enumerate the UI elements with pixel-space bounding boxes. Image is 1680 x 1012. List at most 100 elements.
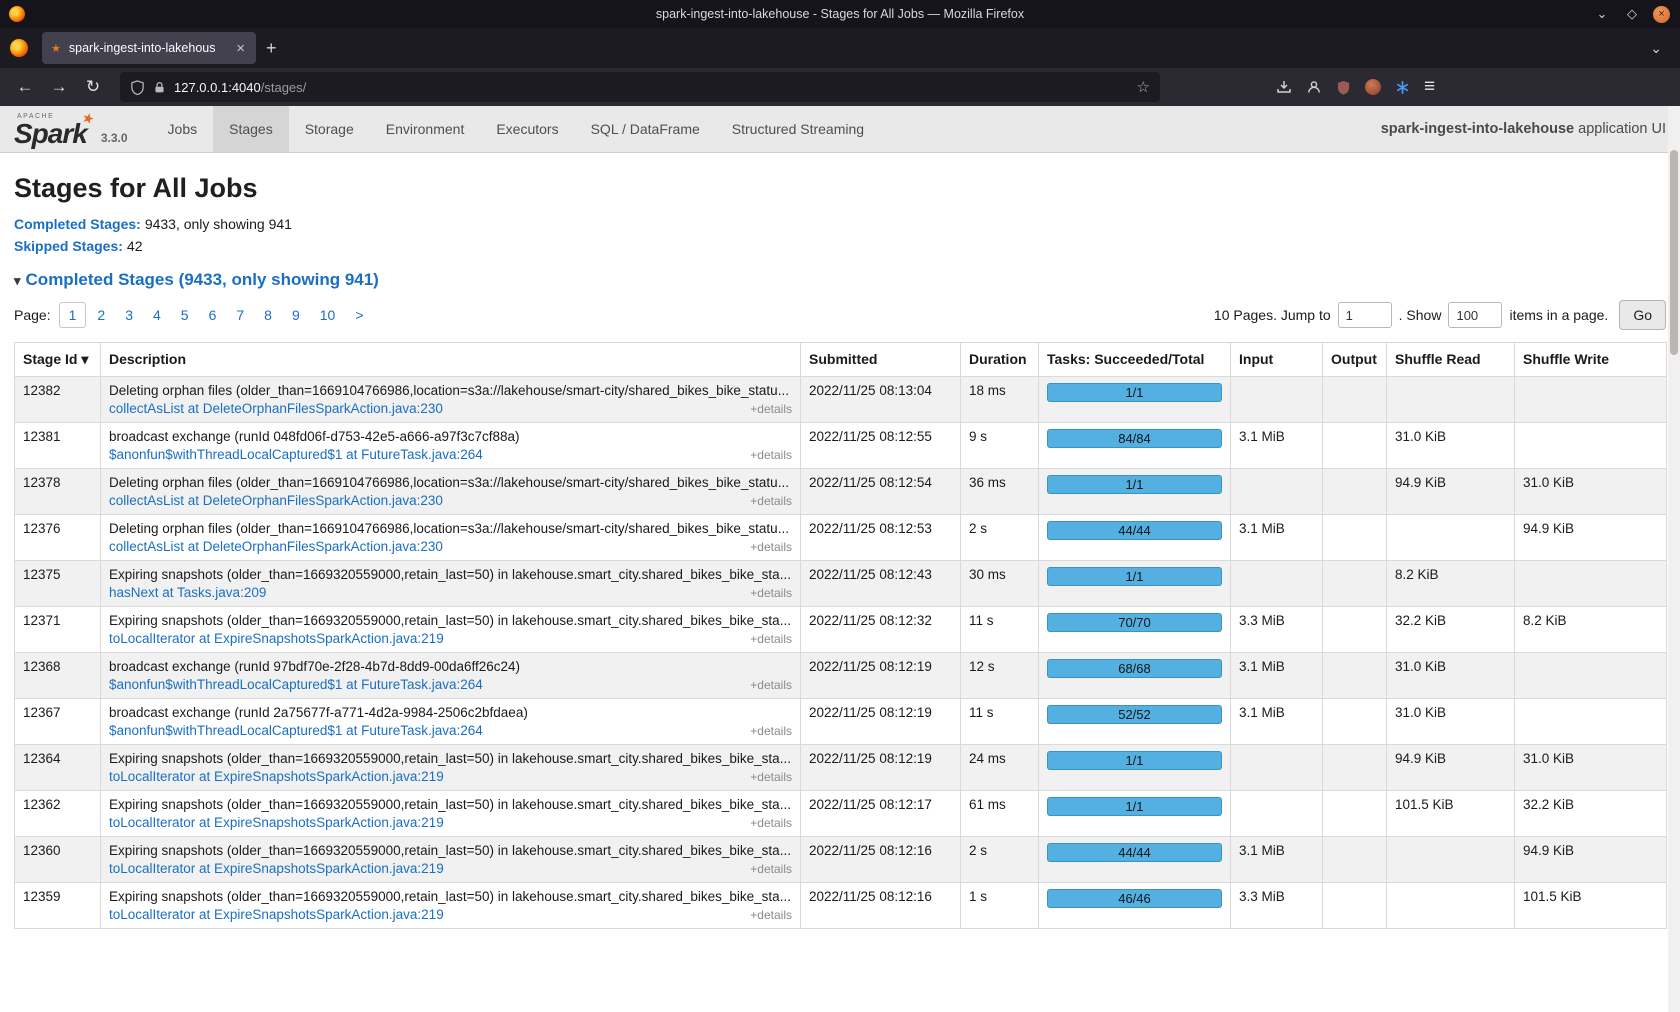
forward-button[interactable]: → [44, 73, 74, 101]
details-toggle[interactable]: +details [750, 770, 792, 784]
window-close-button[interactable]: × [1653, 6, 1670, 23]
spark-nav-item-structured-streaming[interactable]: Structured Streaming [716, 106, 880, 152]
extension-snowflake-icon[interactable] [1395, 80, 1410, 95]
jump-to-page-input[interactable] [1338, 302, 1392, 328]
column-header-shuffle-write[interactable]: Shuffle Write [1515, 343, 1667, 377]
spark-nav-item-executors[interactable]: Executors [480, 106, 574, 152]
page-link-6[interactable]: 6 [200, 303, 226, 327]
input-cell: 3.1 MiB [1231, 699, 1323, 745]
page-scrollbar[interactable] [1668, 106, 1680, 1012]
page-link-4[interactable]: 4 [144, 303, 170, 327]
column-header-duration[interactable]: Duration [961, 343, 1039, 377]
profile-avatar-icon[interactable] [1365, 79, 1381, 95]
details-toggle[interactable]: +details [750, 540, 792, 554]
stage-detail-link[interactable]: collectAsList at DeleteOrphanFilesSparkA… [109, 539, 443, 554]
tab-close-icon[interactable]: × [234, 40, 247, 57]
url-bar[interactable]: 127.0.0.1:4040/stages/ ☆ [120, 72, 1160, 102]
details-toggle[interactable]: +details [750, 402, 792, 416]
column-header-output[interactable]: Output [1323, 343, 1387, 377]
spark-nav-item-stages[interactable]: Stages [213, 106, 289, 152]
shuffle-write-cell: 94.9 KiB [1515, 515, 1667, 561]
spark-logo[interactable]: APACHE Spark ★ 3.3.0 [0, 106, 136, 152]
stage-detail-link[interactable]: toLocalIterator at ExpireSnapshotsSparkA… [109, 769, 444, 784]
table-row: 12367 broadcast exchange (runId 2a75677f… [15, 699, 1667, 745]
table-row: 12375 Expiring snapshots (older_than=166… [15, 561, 1667, 607]
column-header-description[interactable]: Description [101, 343, 801, 377]
page-link-2[interactable]: 2 [88, 303, 114, 327]
list-all-tabs-icon[interactable]: ⌄ [1642, 40, 1670, 57]
stage-detail-link[interactable]: toLocalIterator at ExpireSnapshotsSparkA… [109, 815, 444, 830]
details-toggle[interactable]: +details [750, 678, 792, 692]
stage-detail-link[interactable]: $anonfun$withThreadLocalCaptured$1 at Fu… [109, 447, 483, 462]
reload-button[interactable]: ↻ [78, 73, 108, 101]
back-button[interactable]: ← [10, 73, 40, 101]
shuffle-read-cell: 8.2 KiB [1387, 561, 1515, 607]
browser-tab[interactable]: ★ spark-ingest-into-lakehous × [42, 32, 256, 64]
details-toggle[interactable]: +details [750, 448, 792, 462]
page-link-3[interactable]: 3 [116, 303, 142, 327]
column-header-input[interactable]: Input [1231, 343, 1323, 377]
stage-description: broadcast exchange (runId 048fd06f-d753-… [109, 429, 792, 444]
submitted-cell: 2022/11/25 08:12:17 [801, 791, 961, 837]
submitted-cell: 2022/11/25 08:13:04 [801, 377, 961, 423]
completed-stages-link[interactable]: Completed Stages: [14, 216, 141, 232]
adblock-shield-icon[interactable] [1336, 80, 1351, 95]
connection-lock-icon[interactable] [153, 81, 166, 94]
input-cell: 3.3 MiB [1231, 883, 1323, 929]
details-toggle[interactable]: +details [750, 816, 792, 830]
stage-detail-link[interactable]: collectAsList at DeleteOrphanFilesSparkA… [109, 493, 443, 508]
page-link-8[interactable]: 8 [255, 303, 281, 327]
url-input[interactable]: 127.0.0.1:4040/stages/ [174, 80, 1129, 95]
input-cell: 3.1 MiB [1231, 837, 1323, 883]
stage-detail-link[interactable]: toLocalIterator at ExpireSnapshotsSparkA… [109, 861, 444, 876]
account-icon[interactable] [1306, 79, 1322, 95]
column-header-submitted[interactable]: Submitted [801, 343, 961, 377]
shuffle-write-cell: 94.9 KiB [1515, 837, 1667, 883]
spark-nav-item-jobs[interactable]: Jobs [152, 106, 214, 152]
new-tab-button[interactable]: + [256, 36, 287, 61]
window-minimize-button[interactable]: ⌄ [1593, 6, 1611, 22]
details-toggle[interactable]: +details [750, 908, 792, 922]
page-link-10[interactable]: 10 [311, 303, 345, 327]
items-per-page-input[interactable] [1448, 302, 1502, 328]
input-cell [1231, 377, 1323, 423]
stage-id-cell: 12378 [15, 469, 101, 515]
spark-nav-item-environment[interactable]: Environment [370, 106, 481, 152]
stage-detail-link[interactable]: toLocalIterator at ExpireSnapshotsSparkA… [109, 907, 444, 922]
tracking-shield-icon[interactable] [130, 80, 145, 95]
spark-nav-item-sql-dataframe[interactable]: SQL / DataFrame [575, 106, 716, 152]
duration-cell: 1 s [961, 883, 1039, 929]
stage-detail-link[interactable]: toLocalIterator at ExpireSnapshotsSparkA… [109, 631, 444, 646]
stage-detail-link[interactable]: $anonfun$withThreadLocalCaptured$1 at Fu… [109, 723, 483, 738]
hamburger-menu-icon[interactable]: ≡ [1424, 76, 1435, 98]
bookmark-star-icon[interactable]: ☆ [1137, 78, 1150, 96]
stage-detail-link[interactable]: collectAsList at DeleteOrphanFilesSparkA… [109, 401, 443, 416]
page-link-9[interactable]: 9 [283, 303, 309, 327]
tasks-cell: 46/46 [1039, 883, 1231, 929]
firefox-view-icon[interactable] [10, 39, 28, 57]
shuffle-read-cell: 31.0 KiB [1387, 699, 1515, 745]
details-toggle[interactable]: +details [750, 724, 792, 738]
spark-nav-item-storage[interactable]: Storage [289, 106, 370, 152]
page-link-1[interactable]: 1 [59, 302, 87, 328]
go-button[interactable]: Go [1619, 300, 1666, 330]
column-header-shuffle-read[interactable]: Shuffle Read [1387, 343, 1515, 377]
details-toggle[interactable]: +details [750, 586, 792, 600]
page-link-7[interactable]: 7 [227, 303, 253, 327]
downloads-icon[interactable] [1276, 79, 1292, 95]
stage-detail-link[interactable]: hasNext at Tasks.java:209 [109, 585, 266, 600]
column-header-tasks-succeeded-total[interactable]: Tasks: Succeeded/Total [1039, 343, 1231, 377]
skipped-stages-link[interactable]: Skipped Stages: [14, 238, 123, 254]
window-maximize-button[interactable]: ◇ [1623, 6, 1641, 22]
details-toggle[interactable]: +details [750, 862, 792, 876]
page-link-5[interactable]: 5 [172, 303, 198, 327]
stage-detail-link[interactable]: $anonfun$withThreadLocalCaptured$1 at Fu… [109, 677, 483, 692]
completed-stages-section-header[interactable]: ▾Completed Stages (9433, only showing 94… [14, 270, 1666, 290]
column-header-stage-id[interactable]: Stage Id ▾ [15, 343, 101, 377]
details-toggle[interactable]: +details [750, 494, 792, 508]
details-toggle[interactable]: +details [750, 632, 792, 646]
tab-title: spark-ingest-into-lakehous [69, 41, 226, 55]
scrollbar-thumb[interactable] [1670, 150, 1678, 355]
page-link-next[interactable]: > [346, 303, 372, 327]
stage-id-cell: 12359 [15, 883, 101, 929]
